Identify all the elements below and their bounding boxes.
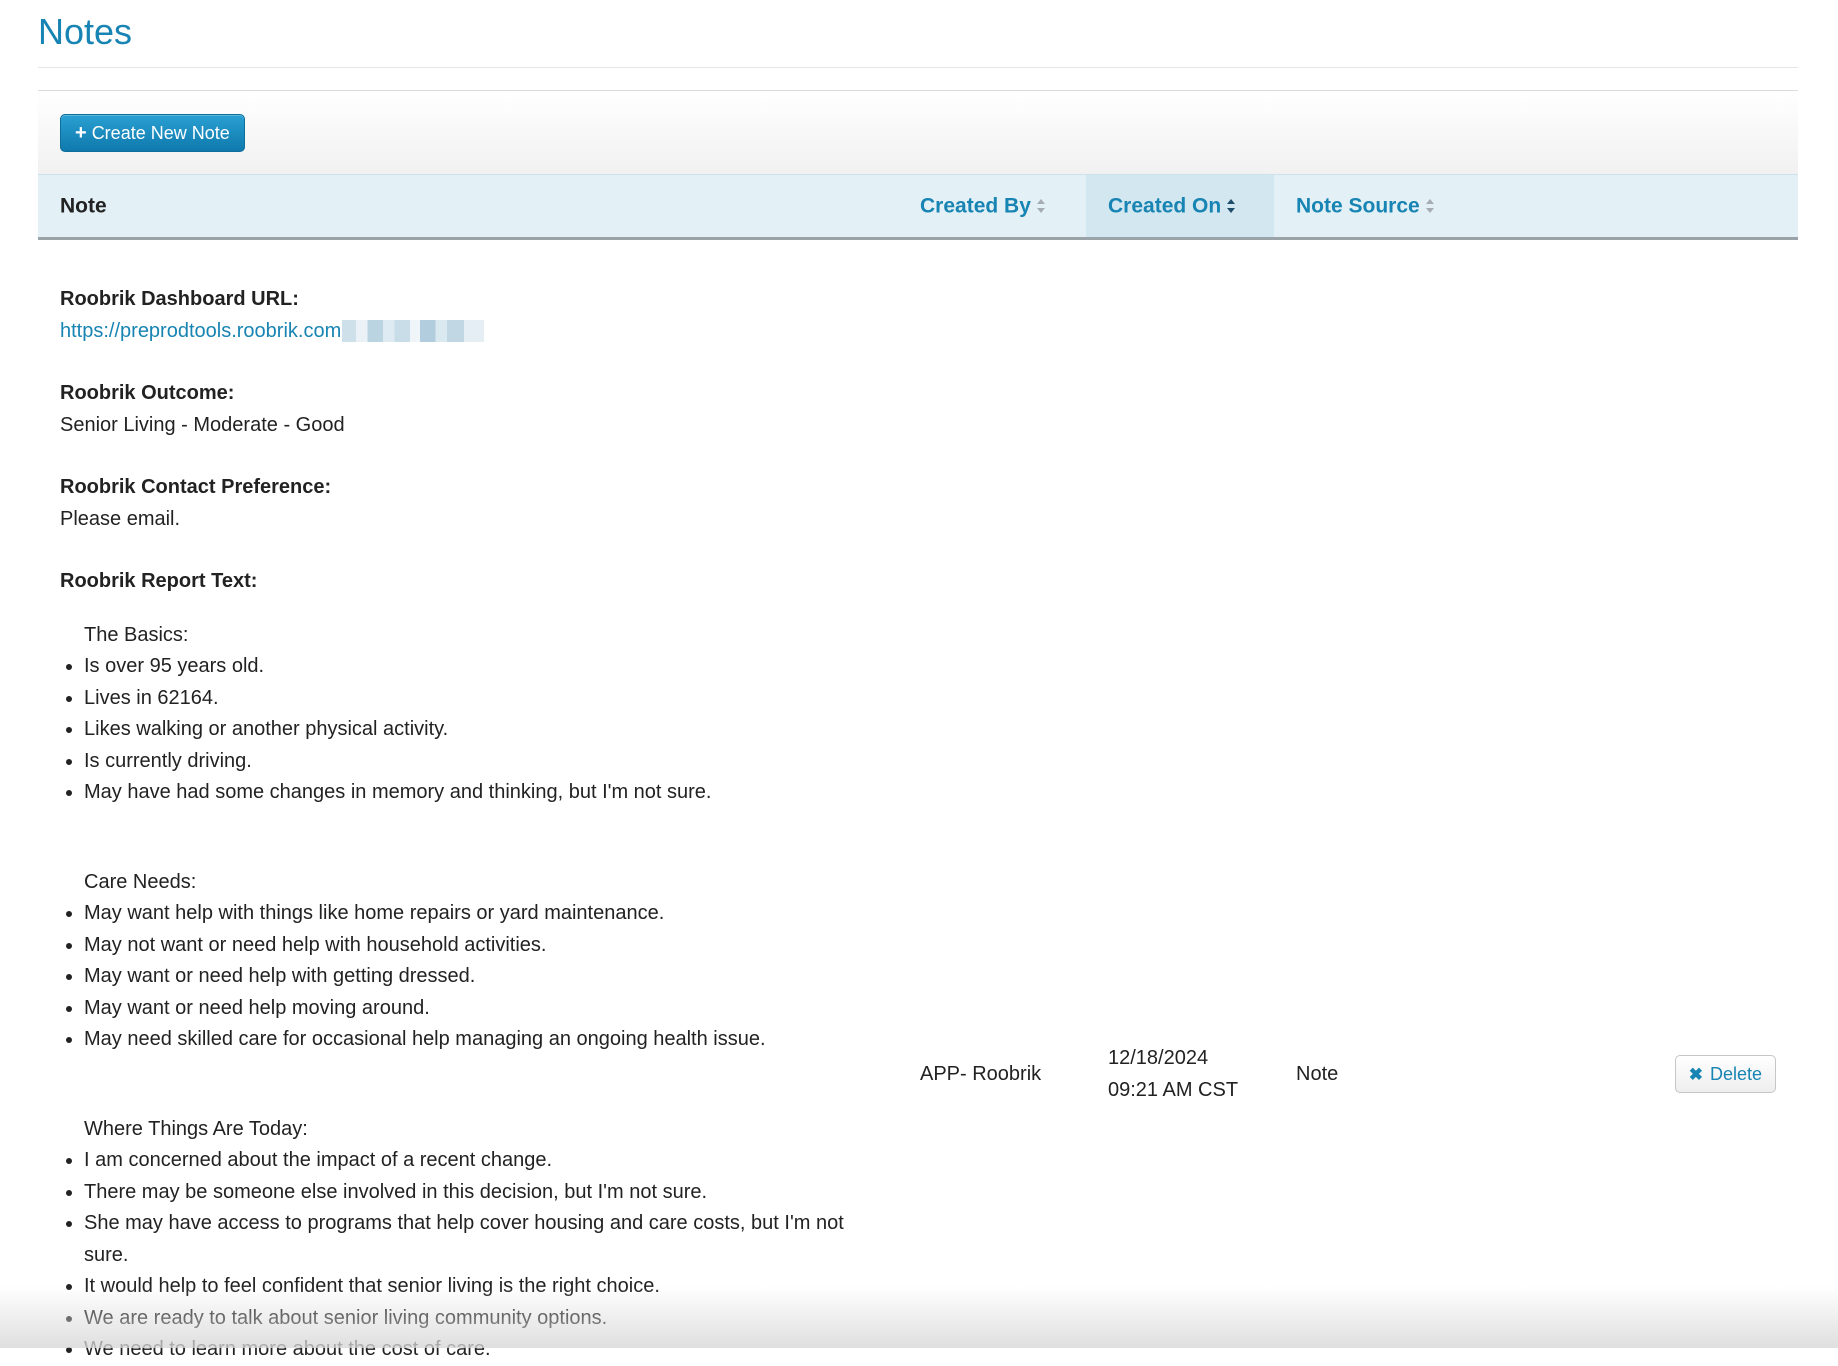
note-source-cell: Note xyxy=(1274,239,1478,1366)
section-heading-where-things-are-today: Where Things Are Today: xyxy=(84,1117,308,1140)
notes-table: Note Created By Created On Note Source R… xyxy=(38,174,1798,1366)
where-things-are-today-list: I am concerned about the impact of a rec… xyxy=(60,1145,876,1366)
list-item: May need skilled care for occasional hel… xyxy=(84,1024,876,1056)
outcome-label: Roobrik Outcome: xyxy=(60,382,235,404)
table-header-row: Note Created By Created On Note Source xyxy=(38,174,1798,240)
sort-icon xyxy=(1227,199,1236,214)
notes-toolbar: + Create New Note xyxy=(38,90,1798,174)
section-heading-basics: The Basics: xyxy=(84,623,189,646)
list-item: May want or need help with getting dress… xyxy=(84,961,876,993)
section-heading-care-needs: Care Needs: xyxy=(84,870,197,893)
list-item: I am concerned about the impact of a rec… xyxy=(84,1145,876,1177)
contact-preference-label: Roobrik Contact Preference: xyxy=(60,476,332,498)
list-item: Likes walking or another physical activi… xyxy=(84,714,876,746)
list-item: May have had some changes in memory and … xyxy=(84,777,876,809)
sort-icon xyxy=(1425,199,1435,214)
note-content: Roobrik Dashboard URL: https://preprodto… xyxy=(38,239,898,1366)
created-on-cell: 12/18/2024 09:21 AM CST xyxy=(1086,239,1274,1366)
created-by-value: APP- Roobrik xyxy=(920,1063,1042,1085)
list-item: We are ready to talk about senior living… xyxy=(84,1303,876,1335)
table-row: Roobrik Dashboard URL: https://preprodto… xyxy=(38,239,1798,1366)
list-item: Is currently driving. xyxy=(84,746,876,778)
report-text-label: Roobrik Report Text: xyxy=(60,570,258,592)
notes-panel: Notes + Create New Note Note Created By xyxy=(38,0,1798,1366)
list-item: May want or need help moving around. xyxy=(84,993,876,1025)
list-item: May not want or need help with household… xyxy=(84,930,876,962)
dashboard-url-label: Roobrik Dashboard URL: xyxy=(60,288,299,310)
dashboard-url-link[interactable]: https://preprodtools.roobrik.com xyxy=(60,320,485,343)
column-header-note: Note xyxy=(38,174,898,240)
page-title: Notes xyxy=(38,0,1798,68)
care-needs-list: May want help with things like home repa… xyxy=(60,898,876,1056)
sort-icon xyxy=(1036,199,1046,214)
redacted-url-segment xyxy=(342,320,485,343)
delete-button[interactable]: ✖ Delete xyxy=(1674,1055,1776,1093)
contact-preference-value: Please email. xyxy=(60,507,181,530)
list-item: She may have access to programs that hel… xyxy=(84,1208,876,1271)
list-item: There may be someone else involved in th… xyxy=(84,1177,876,1209)
list-item: Lives in 62164. xyxy=(84,683,876,715)
basics-list: Is over 95 years old. Lives in 62164. Li… xyxy=(60,651,876,809)
list-item: Is over 95 years old. xyxy=(84,651,876,683)
column-header-created-by[interactable]: Created By xyxy=(898,174,1086,240)
create-new-note-label: Create New Note xyxy=(91,122,230,143)
list-item: It would help to feel confident that sen… xyxy=(84,1271,876,1303)
outcome-value: Senior Living - Moderate - Good xyxy=(60,413,345,436)
create-new-note-button[interactable]: + Create New Note xyxy=(60,114,245,152)
delete-label: Delete xyxy=(1709,1063,1762,1084)
created-on-date: 12/18/2024 xyxy=(1108,1047,1209,1069)
plus-icon: + xyxy=(75,122,87,144)
x-icon: ✖ xyxy=(1688,1064,1703,1084)
list-item: We need to learn more about the cost of … xyxy=(84,1334,876,1366)
column-header-created-on[interactable]: Created On xyxy=(1086,174,1274,240)
column-header-note-source[interactable]: Note Source xyxy=(1274,174,1478,240)
column-header-actions xyxy=(1478,174,1798,240)
list-item: May want help with things like home repa… xyxy=(84,898,876,930)
created-on-time: 09:21 AM CST xyxy=(1108,1078,1239,1101)
note-source-value: Note xyxy=(1296,1063,1339,1085)
created-by-cell: APP- Roobrik xyxy=(898,239,1086,1366)
actions-cell: ✖ Delete xyxy=(1478,239,1798,1366)
